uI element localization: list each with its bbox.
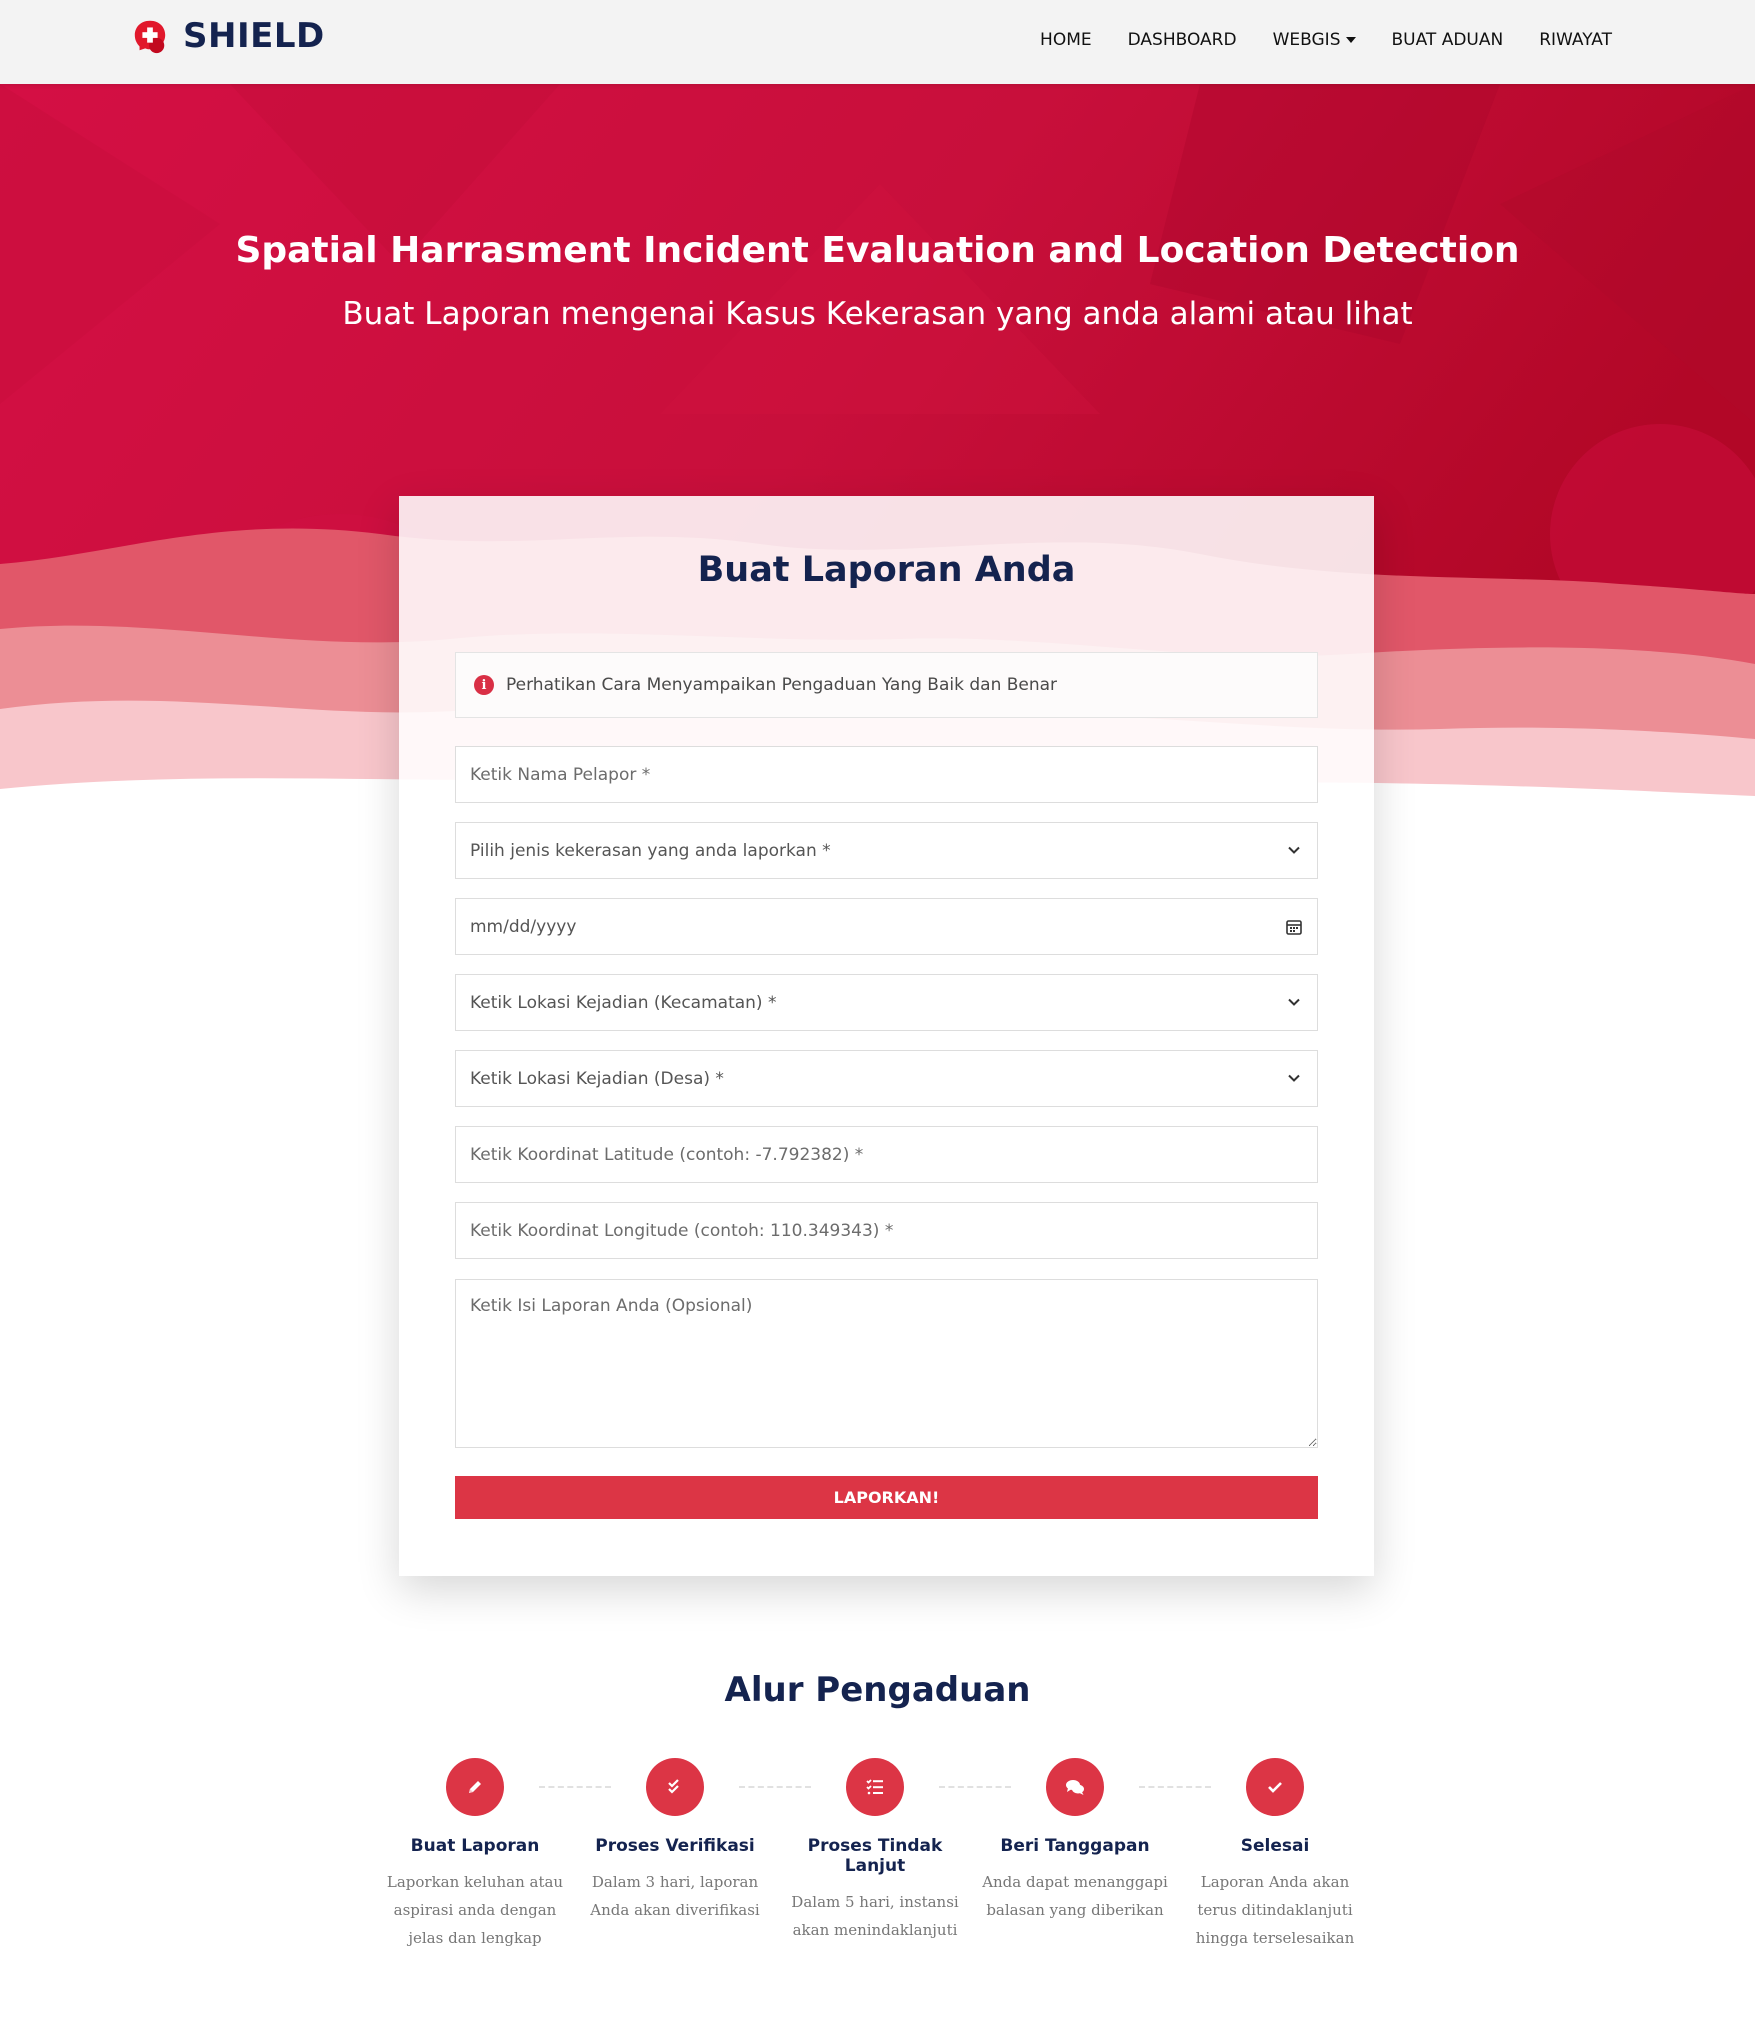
kecamatan-value: Ketik Lokasi Kejadian (Kecamatan) *: [470, 992, 777, 1013]
brand-name: SHIELD: [183, 16, 325, 56]
checklist-icon-badge: [846, 1758, 904, 1816]
shield-logo-icon: [134, 20, 166, 54]
latitude-input[interactable]: [455, 1126, 1318, 1183]
step-desc: Laporan Anda akan terus ditindaklanjuti …: [1195, 1873, 1355, 1947]
checklist-icon: [866, 1779, 883, 1795]
laporkan-button[interactable]: LAPORKAN!: [455, 1476, 1318, 1519]
calendar-icon[interactable]: [1285, 918, 1303, 936]
caret-down-icon: [1345, 37, 1356, 43]
comments-icon: [1066, 1780, 1084, 1795]
flow-steps: Buat Laporan Laporkan keluhan atau aspir…: [384, 1758, 1384, 1978]
jenis-kekerasan-value: Pilih jenis kekerasan yang anda laporkan…: [470, 840, 831, 861]
step-desc: Dalam 3 hari, laporan Anda akan diverifi…: [590, 1873, 760, 1919]
chevron-down-icon: [1288, 1074, 1300, 1082]
nav-riwayat[interactable]: RIWAYAT: [1539, 30, 1612, 50]
step-desc: Anda dapat menanggapi balasan yang diber…: [982, 1873, 1168, 1919]
hero-title: Spatial Harrasment Incident Evaluation a…: [235, 230, 1520, 271]
form-title: Buat Laporan Anda: [697, 550, 1076, 590]
double-check-icon-badge: [646, 1758, 704, 1816]
pencil-icon-badge: [446, 1758, 504, 1816]
flow-step: Beri Tanggapan Anda dapat menanggapi bal…: [975, 1758, 1175, 1924]
chevron-down-icon: [1288, 998, 1300, 1006]
nav-dashboard[interactable]: DASHBOARD: [1128, 30, 1237, 50]
tanggal-date-input[interactable]: mm/dd/yyyy: [455, 898, 1318, 955]
nav-home[interactable]: HOME: [1040, 30, 1092, 50]
report-form-card: Buat Laporan Anda i Perhatikan Cara Meny…: [399, 496, 1374, 1576]
nav-menu: HOME DASHBOARD WEBGIS BUAT ADUAN RIWAYAT: [1040, 30, 1612, 50]
step-name: Buat Laporan: [410, 1836, 540, 1856]
check-icon-badge: [1246, 1758, 1304, 1816]
isi-laporan-textarea[interactable]: [455, 1279, 1318, 1448]
flow-step: Proses Verifikasi Dalam 3 hari, laporan …: [575, 1758, 775, 1924]
nav-buat-aduan[interactable]: BUAT ADUAN: [1392, 30, 1504, 50]
step-desc: Dalam 5 hari, instansi akan menindaklanj…: [791, 1893, 959, 1939]
jenis-kekerasan-select[interactable]: Pilih jenis kekerasan yang anda laporkan…: [455, 822, 1318, 879]
step-name: Proses Tindak Lanjut: [807, 1836, 943, 1876]
kecamatan-select[interactable]: Ketik Lokasi Kejadian (Kecamatan) *: [455, 974, 1318, 1031]
pencil-icon: [469, 1781, 481, 1793]
check-icon: [1268, 1782, 1282, 1793]
flow-step: Buat Laporan Laporkan keluhan atau aspir…: [375, 1758, 575, 1952]
step-name: Proses Verifikasi: [595, 1836, 755, 1856]
nama-pelapor-input[interactable]: [455, 746, 1318, 803]
hero-subtitle: Buat Laporan mengenai Kasus Kekerasan ya…: [342, 296, 1413, 332]
flow-step: Proses Tindak Lanjut Dalam 5 hari, insta…: [775, 1758, 975, 1944]
flow-title: Alur Pengaduan: [724, 1670, 1031, 1710]
navbar: SHIELD HOME DASHBOARD WEBGIS BUAT ADUAN …: [0, 0, 1755, 84]
notice-alert: i Perhatikan Cara Menyampaikan Pengaduan…: [455, 652, 1318, 718]
chevron-down-icon: [1288, 846, 1300, 854]
brand[interactable]: SHIELD: [131, 16, 325, 56]
step-name: Selesai: [1240, 1836, 1310, 1856]
longitude-input[interactable]: [455, 1202, 1318, 1259]
step-desc: Laporkan keluhan atau aspirasi anda deng…: [386, 1873, 564, 1947]
desa-value: Ketik Lokasi Kejadian (Desa) *: [470, 1068, 724, 1089]
double-check-icon: [668, 1779, 679, 1794]
nav-webgis-label: WEBGIS: [1272, 30, 1341, 50]
comments-icon-badge: [1046, 1758, 1104, 1816]
notice-text: Perhatikan Cara Menyampaikan Pengaduan Y…: [506, 675, 1058, 695]
desa-select[interactable]: Ketik Lokasi Kejadian (Desa) *: [455, 1050, 1318, 1107]
step-name: Beri Tanggapan: [1000, 1836, 1150, 1856]
flow-step: Selesai Laporan Anda akan terus ditindak…: [1175, 1758, 1375, 1952]
date-placeholder: mm/dd/yyyy: [470, 916, 577, 937]
info-icon: i: [474, 675, 494, 695]
nav-webgis-dropdown[interactable]: WEBGIS: [1273, 30, 1356, 50]
